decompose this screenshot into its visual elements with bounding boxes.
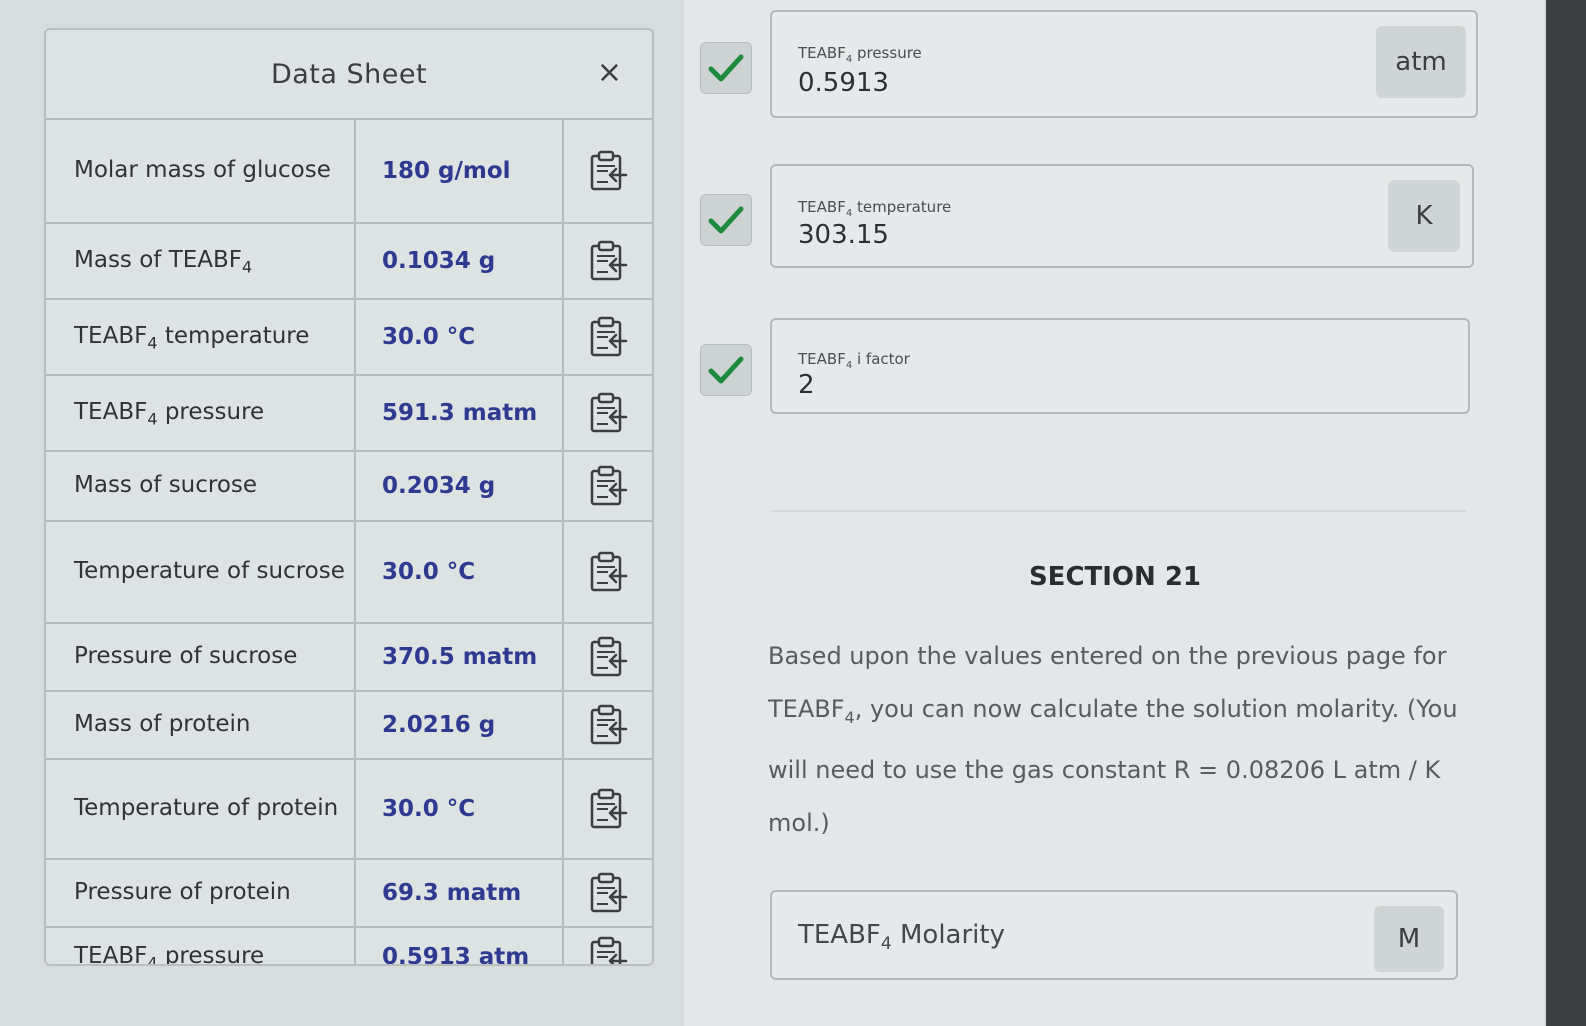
data-sheet-row-label: Mass of protein [46, 692, 356, 758]
clipboard-copy-icon[interactable] [564, 224, 652, 298]
data-sheet-row-value: 0.1034 g [356, 224, 564, 298]
clipboard-copy-icon[interactable] [564, 692, 652, 758]
data-sheet-row-value: 30.0 °C [356, 300, 564, 374]
data-sheet-row-label: TEABF4 pressure [46, 376, 356, 450]
data-sheet-row-label: Temperature of protein [46, 760, 356, 858]
pressure-unit: atm [1376, 26, 1466, 98]
data-sheet-row-value: 180 g/mol [356, 120, 564, 222]
clipboard-copy-icon[interactable] [564, 376, 652, 450]
clipboard-copy-icon[interactable] [564, 624, 652, 690]
section-heading: SECTION 21 [1028, 562, 1202, 592]
data-sheet-row: Temperature of protein 30.0 °C [46, 760, 652, 860]
clipboard-copy-icon[interactable] [564, 120, 652, 222]
data-sheet-row-value: 30.0 °C [356, 760, 564, 858]
data-sheet-header: Data Sheet × [46, 30, 652, 120]
data-sheet-row-value: 370.5 matm [356, 624, 564, 690]
clipboard-copy-icon[interactable] [564, 522, 652, 622]
data-sheet-row: Pressure of sucrose 370.5 matm [46, 624, 652, 692]
data-sheet-row-label: Mass of sucrose [46, 452, 356, 520]
data-sheet-row: TEABF4 temperature 30.0 °C [46, 300, 652, 376]
clipboard-copy-icon[interactable] [564, 300, 652, 374]
check-icon [700, 194, 752, 246]
check-icon [700, 344, 752, 396]
data-sheet-row: Mass of TEABF4 0.1034 g [46, 224, 652, 300]
pressure-field-value[interactable]: 0.5913 [798, 68, 889, 98]
i-factor-field-label: TEABF4 i factor [798, 350, 910, 371]
i-factor-field[interactable]: TEABF4 i factor 2 [770, 318, 1470, 414]
data-sheet-table: Molar mass of glucose 180 g/mol Mass of TE… [46, 120, 652, 964]
temperature-field-label: TEABF4 temperature [798, 198, 952, 219]
data-sheet-row-value: 0.2034 g [356, 452, 564, 520]
data-sheet-row-label: Temperature of sucrose [46, 522, 356, 622]
data-sheet-row-value: 30.0 °C [356, 522, 564, 622]
data-sheet-title: Data Sheet [270, 58, 428, 90]
data-sheet-row: Pressure of protein 69.3 matm [46, 860, 652, 928]
data-sheet-row: TEABF4 pressure 591.3 matm [46, 376, 652, 452]
clipboard-copy-icon[interactable] [564, 452, 652, 520]
data-sheet-row-label: TEABF4 pressure [46, 928, 356, 964]
temperature-field[interactable]: TEABF4 temperature 303.15 K [770, 164, 1474, 268]
window-edge [1546, 0, 1586, 1026]
data-sheet-row-value: 69.3 matm [356, 860, 564, 926]
pressure-field[interactable]: TEABF4 pressure 0.5913 atm [770, 10, 1478, 118]
check-icon [700, 42, 752, 94]
clipboard-copy-icon[interactable] [564, 860, 652, 926]
data-sheet-row: Molar mass of glucose 180 g/mol [46, 120, 652, 224]
data-sheet-row-value: 591.3 matm [356, 376, 564, 450]
data-sheet-row-label: Pressure of sucrose [46, 624, 356, 690]
temperature-unit: K [1388, 180, 1460, 252]
close-icon[interactable]: × [597, 58, 622, 88]
i-factor-field-value[interactable]: 2 [798, 370, 815, 400]
data-sheet-row-label: TEABF4 temperature [46, 300, 356, 374]
data-sheet-row: Mass of protein 2.0216 g [46, 692, 652, 760]
data-sheet-row-label: Molar mass of glucose [46, 120, 356, 222]
clipboard-copy-icon[interactable] [564, 760, 652, 858]
data-sheet-row-value: 2.0216 g [356, 692, 564, 758]
section-instructions: Based upon the values entered on the pre… [768, 642, 1458, 837]
molarity-unit: M [1374, 906, 1444, 972]
molarity-field-placeholder: TEABF4 Molarity [798, 920, 1005, 955]
section-divider [772, 510, 1466, 512]
data-sheet-row: Mass of sucrose 0.2034 g [46, 452, 652, 522]
data-sheet-row: TEABF4 pressure 0.5913 atm [46, 928, 652, 964]
pressure-field-label: TEABF4 pressure [798, 44, 922, 65]
data-sheet-panel: Data Sheet × Molar mass of glucose 180 g/… [44, 28, 654, 966]
data-sheet-row-value: 0.5913 atm [356, 928, 564, 964]
molarity-input-field[interactable]: TEABF4 Molarity M [770, 890, 1458, 980]
data-sheet-row: Temperature of sucrose 30.0 °C [46, 522, 652, 624]
data-sheet-row-label: Mass of TEABF4 [46, 224, 356, 298]
data-sheet-row-label: Pressure of protein [46, 860, 356, 926]
clipboard-copy-icon[interactable] [564, 928, 652, 964]
temperature-field-value[interactable]: 303.15 [798, 220, 889, 250]
right-panel-background [684, 0, 1544, 1026]
